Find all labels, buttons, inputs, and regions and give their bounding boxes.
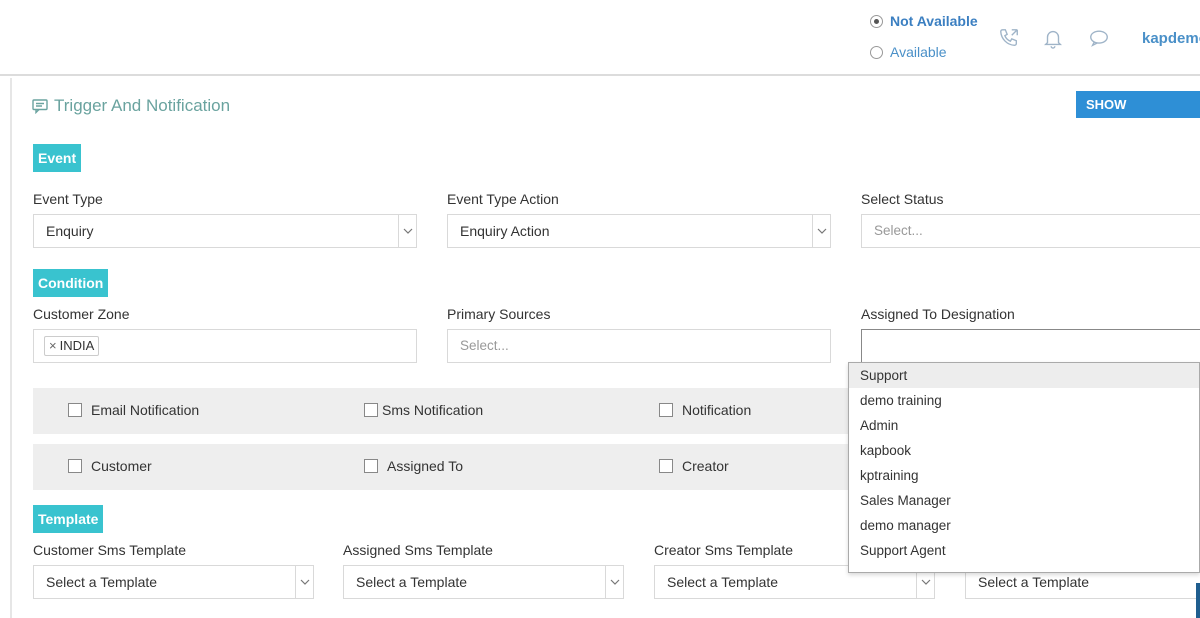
condition-section-tag: Condition xyxy=(33,269,109,297)
creator-option[interactable]: Creator xyxy=(659,458,729,474)
dropdown-option[interactable]: kapbook xyxy=(849,438,1199,463)
radio-available[interactable] xyxy=(870,45,883,59)
india-chip[interactable]: × INDIA xyxy=(44,336,100,356)
creator-label: Creator xyxy=(682,458,729,474)
status-not-available[interactable]: Not Available xyxy=(870,10,978,32)
remove-chip-icon[interactable]: × xyxy=(49,338,57,353)
sms-notification-checkbox[interactable] xyxy=(364,403,378,417)
panel-title-text: Trigger And Notification xyxy=(54,96,231,115)
chevron-down-icon xyxy=(605,566,623,598)
event-type-label: Event Type xyxy=(33,191,103,207)
chevron-down-icon xyxy=(295,566,313,598)
status-not-available-label: Not Available xyxy=(890,13,978,29)
creator-checkbox[interactable] xyxy=(659,459,673,473)
select-status-select[interactable]: Select... xyxy=(861,214,1200,248)
customer-zone-select[interactable]: × INDIA xyxy=(33,329,417,363)
status-available-label: Available xyxy=(890,44,947,60)
top-bar: Not Available Available kapdemo xyxy=(0,0,1200,76)
email-notification-label: Email Notification xyxy=(91,402,200,418)
customer-sms-template-label: Customer Sms Template xyxy=(33,542,187,558)
notification-option[interactable]: Notification xyxy=(659,402,751,418)
assigned-to-option[interactable]: Assigned To xyxy=(364,458,463,474)
dropdown-option[interactable]: demo manager xyxy=(849,513,1199,538)
phone-icon[interactable] xyxy=(998,27,1020,49)
email-notification-checkbox[interactable] xyxy=(68,403,82,417)
dropdown-option[interactable]: demo training xyxy=(849,388,1199,413)
username-link[interactable]: kapdemo xyxy=(1142,30,1200,47)
scrollbar-handle[interactable] xyxy=(1196,583,1200,618)
event-type-action-label: Event Type Action xyxy=(447,191,559,207)
dropdown-option[interactable]: Support xyxy=(849,363,1199,388)
radio-not-available[interactable] xyxy=(870,14,883,28)
customer-checkbox[interactable] xyxy=(68,459,82,473)
select-status-label: Select Status xyxy=(861,191,944,207)
event-type-action-select[interactable]: Enquiry Action xyxy=(447,214,831,248)
email-notification-option[interactable]: Email Notification xyxy=(68,402,199,418)
status-available[interactable]: Available xyxy=(870,41,978,63)
creator-sms-template-label: Creator Sms Template xyxy=(654,542,794,558)
notification-checkbox[interactable] xyxy=(659,403,673,417)
event-section-tag: Event xyxy=(33,144,82,172)
sms-notification-label: Sms Notification xyxy=(382,402,484,418)
event-type-value: Enquiry xyxy=(46,223,94,239)
notification-label: Notification xyxy=(682,402,752,418)
bell-icon[interactable] xyxy=(1042,27,1064,49)
dropdown-option[interactable]: Admin xyxy=(849,413,1199,438)
chevron-down-icon xyxy=(812,215,830,247)
event-type-select[interactable]: Enquiry xyxy=(33,214,417,248)
show-keywords-button[interactable]: SHOW KEYWORDS xyxy=(1076,91,1200,139)
primary-sources-label: Primary Sources xyxy=(447,306,551,322)
assigned-sms-template-label: Assigned Sms Template xyxy=(343,542,493,558)
chevron-down-icon xyxy=(398,215,416,247)
comment-icon xyxy=(32,98,48,114)
assigned-designation-label: Assigned To Designation xyxy=(861,306,1015,322)
chat-icon[interactable] xyxy=(1088,27,1110,49)
dropdown-option[interactable]: Support Agent xyxy=(849,538,1199,563)
assigned-sms-template-value: Select a Template xyxy=(356,574,468,590)
template-section-tag: Template xyxy=(33,505,104,533)
fourth-template-value: Select a Template xyxy=(978,574,1090,590)
assigned-to-label: Assigned To xyxy=(387,458,464,474)
primary-sources-placeholder: Select... xyxy=(460,338,509,353)
customer-sms-template-value: Select a Template xyxy=(46,574,158,590)
customer-option[interactable]: Customer xyxy=(68,458,152,474)
customer-label: Customer xyxy=(91,458,152,474)
india-chip-label: INDIA xyxy=(59,338,95,353)
panel-title: Trigger And Notification xyxy=(32,96,230,116)
dropdown-option[interactable]: Sales Manager xyxy=(849,488,1199,513)
assigned-sms-template-select[interactable]: Select a Template xyxy=(343,565,624,599)
availability-status-group: Not Available Available xyxy=(870,10,978,72)
select-status-placeholder: Select... xyxy=(874,223,923,238)
sms-notification-option[interactable]: Sms Notification xyxy=(364,402,483,418)
customer-sms-template-select[interactable]: Select a Template xyxy=(33,565,314,599)
designation-dropdown-list: Support demo training Admin kapbook kptr… xyxy=(848,362,1200,573)
assigned-designation-select[interactable] xyxy=(861,329,1200,363)
creator-sms-template-value: Select a Template xyxy=(667,574,779,590)
event-type-action-value: Enquiry Action xyxy=(460,223,550,239)
primary-sources-select[interactable]: Select... xyxy=(447,329,831,363)
assigned-to-checkbox[interactable] xyxy=(364,459,378,473)
customer-zone-label: Customer Zone xyxy=(33,306,130,322)
dropdown-option[interactable]: kptraining xyxy=(849,463,1199,488)
